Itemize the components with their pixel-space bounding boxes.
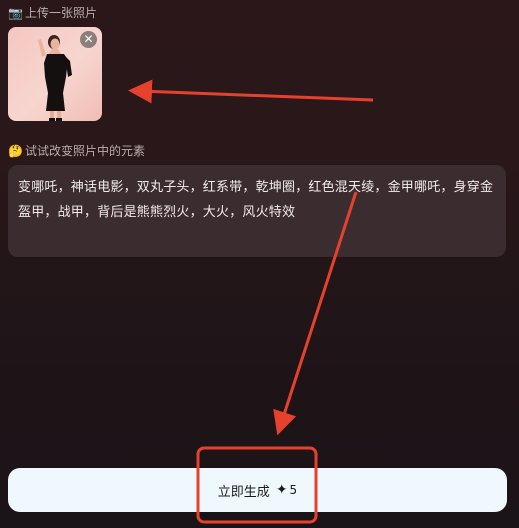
sparkle-icon: ✦ xyxy=(275,482,288,498)
thinking-face-icon: 🤔 xyxy=(8,143,23,158)
credit-cost-value: 5 xyxy=(289,483,298,497)
annotation-arrow-to-photo xyxy=(128,79,374,104)
generate-now-button[interactable]: 立即生成 ✦ 5 xyxy=(8,468,507,512)
close-icon: ✕ xyxy=(83,32,94,46)
upload-photo-label: 📷 上传一张照片 xyxy=(8,4,97,21)
generate-button-label: 立即生成 xyxy=(217,484,270,500)
change-elements-label: 🤔 试试改变照片中的元素 xyxy=(8,142,145,159)
prompt-textarea[interactable]: 变哪吒，神话电影，双丸子头，红系带，乾坤圈，红色混天绫，金甲哪吒，身穿金盔甲，战… xyxy=(8,165,506,257)
prompt-text: 变哪吒，神话电影，双丸子头，红系带，乾坤圈，红色混天绫，金甲哪吒，身穿金盔甲，战… xyxy=(18,180,494,220)
camera-icon: 📷 xyxy=(8,5,23,20)
credit-cost: ✦ 5 xyxy=(276,482,297,498)
upload-photo-label-text: 上传一张照片 xyxy=(24,6,97,20)
change-elements-label-text: 试试改变照片中的元素 xyxy=(24,144,145,158)
remove-photo-button[interactable]: ✕ xyxy=(80,31,97,48)
